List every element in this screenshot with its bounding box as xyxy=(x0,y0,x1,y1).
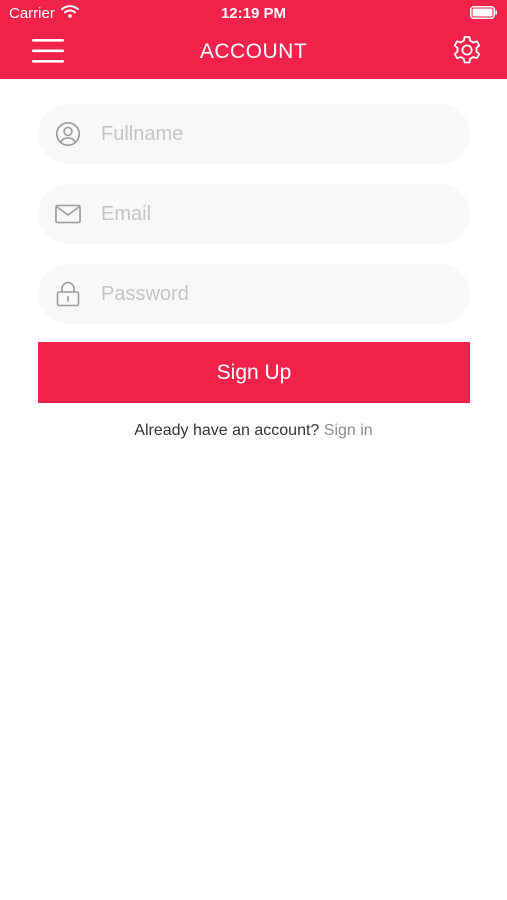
battery-icon xyxy=(470,6,498,19)
status-bar: Carrier 12:19 PM xyxy=(0,0,507,28)
signup-screen: Carrier 12:19 PM ACCOUNT Fullname Email … xyxy=(0,0,507,900)
nav-bar: ACCOUNT xyxy=(0,28,507,79)
fullname-input[interactable] xyxy=(99,121,443,147)
password-field[interactable] xyxy=(38,264,470,324)
sign-up-button[interactable]: Sign Up xyxy=(38,342,470,403)
password-input[interactable] xyxy=(99,281,443,307)
user-circle-icon xyxy=(54,120,82,148)
gear-icon[interactable] xyxy=(451,34,483,66)
sign-in-prompt: Already have an account? Sign in xyxy=(0,422,507,440)
page-title: ACCOUNT xyxy=(199,40,308,63)
status-time: 12:19 PM xyxy=(220,5,287,22)
email-field[interactable] xyxy=(38,184,470,244)
fullname-field[interactable] xyxy=(38,104,470,164)
top-bar: Carrier 12:19 PM ACCOUNT xyxy=(0,0,507,79)
email-input[interactable] xyxy=(99,201,443,227)
sign-in-prompt-text: Already have an account? xyxy=(134,422,320,439)
envelope-icon xyxy=(54,200,82,228)
lock-icon xyxy=(54,280,82,308)
sign-in-link[interactable]: Sign in xyxy=(324,422,373,439)
